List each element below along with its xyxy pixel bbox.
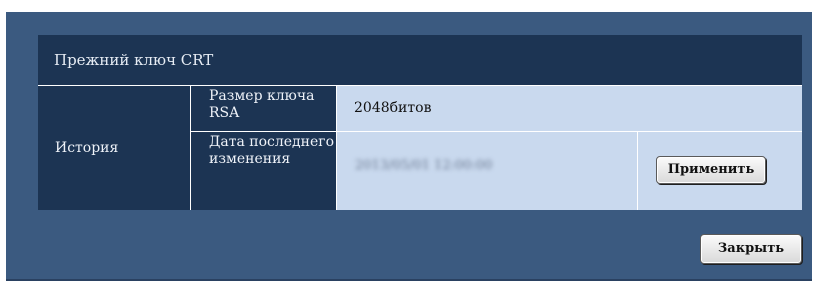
dialog-frame: Прежний ключ CRT История Размер ключа RS… <box>6 12 812 281</box>
last-modified-value: 2013/05/01 12:00:00 <box>337 132 637 210</box>
close-button[interactable]: Закрыть <box>700 234 802 264</box>
last-modified-label: Дата последнего изменения <box>191 132 336 210</box>
section-title: Прежний ключ CRT <box>38 35 802 85</box>
rsa-key-size-value: 2048битов <box>337 86 802 131</box>
apply-button-cell: Применить <box>638 132 802 210</box>
history-label: История <box>38 86 190 210</box>
apply-button[interactable]: Применить <box>656 156 766 184</box>
last-modified-date-text: 2013/05/01 12:00:00 <box>355 158 493 173</box>
crt-key-table: Прежний ключ CRT История Размер ключа RS… <box>38 35 802 210</box>
rsa-key-size-label: Размер ключа RSA <box>191 86 336 131</box>
